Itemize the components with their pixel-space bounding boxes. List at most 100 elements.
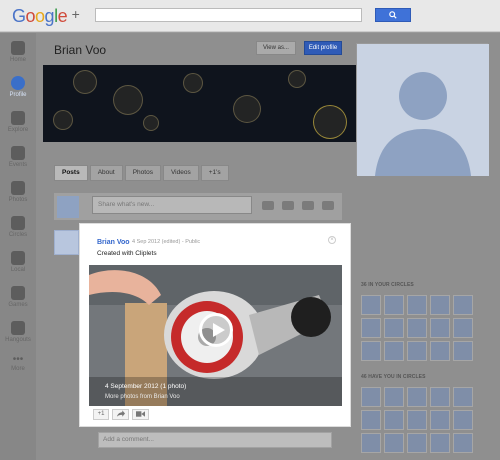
nav-label: Photos — [8, 197, 28, 203]
nav-local[interactable]: Local — [0, 251, 36, 273]
video-icon[interactable] — [282, 201, 294, 210]
comment-input[interactable]: Add a comment... — [98, 432, 332, 448]
plus-one-button[interactable]: +1 — [93, 409, 109, 420]
avatar[interactable] — [430, 341, 450, 361]
hangout-button[interactable] — [132, 409, 149, 420]
video-thumbnail[interactable]: 4 September 2012 (1 photo) More photos f… — [89, 265, 342, 406]
nav-label: Local — [10, 267, 26, 273]
share-button[interactable] — [112, 409, 129, 420]
avatar[interactable] — [361, 295, 381, 315]
avatar[interactable] — [361, 410, 381, 430]
avatar[interactable] — [384, 341, 404, 361]
google-plus-logo[interactable]: Google + — [12, 6, 80, 27]
avatar[interactable] — [384, 295, 404, 315]
avatar[interactable] — [361, 433, 381, 453]
search-icon — [389, 11, 397, 19]
top-bar: Google + — [0, 0, 500, 32]
avatar[interactable] — [407, 410, 427, 430]
nav-profile[interactable]: Profile — [0, 76, 36, 98]
nav-hangouts[interactable]: Hangouts — [0, 321, 36, 343]
avatar[interactable] — [453, 410, 473, 430]
avatar[interactable] — [407, 295, 427, 315]
nav-games[interactable]: Games — [0, 286, 36, 308]
avatar[interactable] — [361, 341, 381, 361]
nav-label: Home — [9, 57, 26, 63]
nav-label: Circles — [8, 232, 28, 238]
games-icon — [11, 286, 25, 300]
avatar[interactable] — [384, 433, 404, 453]
tab-photos[interactable]: Photos — [124, 165, 161, 181]
avatar[interactable] — [430, 295, 450, 315]
avatar[interactable] — [430, 433, 450, 453]
nav-more[interactable]: ••• More — [0, 354, 36, 373]
circles-icon — [11, 216, 25, 230]
avatar-silhouette-icon — [357, 44, 489, 176]
nav-label: Explore — [7, 127, 29, 133]
events-icon — [11, 146, 25, 160]
album-more-link[interactable]: More photos from Brian Voo — [105, 394, 180, 400]
nav-label: Hangouts — [5, 337, 31, 343]
nav-home[interactable]: Home — [0, 41, 36, 63]
plus-glyph: + — [71, 6, 80, 22]
avatar[interactable] — [407, 341, 427, 361]
cover-photo — [43, 65, 356, 142]
close-icon[interactable]: × — [328, 236, 336, 244]
avatar[interactable] — [384, 318, 404, 338]
camera-icon[interactable] — [262, 201, 274, 210]
tab-plus-ones[interactable]: +1's — [200, 165, 229, 181]
avatar[interactable] — [407, 433, 427, 453]
share-arrow-icon — [116, 410, 125, 417]
home-icon — [11, 41, 25, 55]
post-author[interactable]: Brian Voo — [97, 239, 130, 246]
link-icon[interactable] — [322, 201, 334, 210]
avatar[interactable] — [430, 318, 450, 338]
search-input[interactable] — [95, 8, 362, 22]
album-title[interactable]: 4 September 2012 (1 photo) — [105, 383, 186, 390]
avatar[interactable] — [407, 318, 427, 338]
more-icon: ••• — [12, 354, 24, 365]
album-caption: 4 September 2012 (1 photo) More photos f… — [89, 377, 342, 406]
play-icon[interactable] — [199, 313, 233, 347]
profile-photo[interactable] — [356, 43, 489, 176]
post-card: Brian Voo 4 Sep 2012 (edited) - Public ×… — [80, 224, 350, 426]
avatar[interactable] — [384, 387, 404, 407]
avatar[interactable] — [430, 387, 450, 407]
nav-events[interactable]: Events — [0, 146, 36, 168]
post-actions: +1 — [93, 409, 149, 420]
nav-circles[interactable]: Circles — [0, 216, 36, 238]
avatar[interactable] — [361, 318, 381, 338]
nav-photos[interactable]: Photos — [0, 181, 36, 203]
avatar[interactable] — [384, 410, 404, 430]
tab-posts[interactable]: Posts — [54, 165, 88, 181]
avatar[interactable] — [453, 341, 473, 361]
avatar[interactable] — [453, 387, 473, 407]
nav-label: More — [11, 366, 25, 372]
post-text: Created with Cliplets — [97, 250, 157, 257]
nav-label: Events — [8, 162, 28, 168]
photos-icon — [11, 181, 25, 195]
explore-icon — [11, 111, 25, 125]
post-meta: 4 Sep 2012 (edited) - Public — [132, 239, 201, 245]
nav-label: Profile — [9, 92, 27, 98]
avatar[interactable] — [430, 410, 450, 430]
tab-videos[interactable]: Videos — [162, 165, 199, 181]
have-you-in-circles-grid — [361, 387, 473, 453]
share-box: Share what's new... — [54, 193, 342, 220]
tab-about[interactable]: About — [89, 165, 123, 181]
post-author-avatar[interactable] — [54, 230, 79, 255]
in-your-circles-heading[interactable]: 36 IN YOUR CIRCLES — [361, 282, 414, 288]
event-icon[interactable] — [302, 201, 314, 210]
nav-explore[interactable]: Explore — [0, 111, 36, 133]
in-your-circles-grid — [361, 295, 473, 361]
view-as-button[interactable]: View as... — [256, 41, 296, 55]
share-input[interactable]: Share what's new... — [92, 196, 252, 214]
avatar[interactable] — [453, 295, 473, 315]
nav-label: Games — [8, 302, 28, 308]
edit-profile-button[interactable]: Edit profile — [304, 41, 342, 55]
have-you-in-circles-heading[interactable]: 46 HAVE YOU IN CIRCLES — [361, 374, 426, 380]
avatar[interactable] — [361, 387, 381, 407]
avatar[interactable] — [407, 387, 427, 407]
search-button[interactable] — [375, 8, 411, 22]
avatar[interactable] — [453, 318, 473, 338]
avatar[interactable] — [453, 433, 473, 453]
